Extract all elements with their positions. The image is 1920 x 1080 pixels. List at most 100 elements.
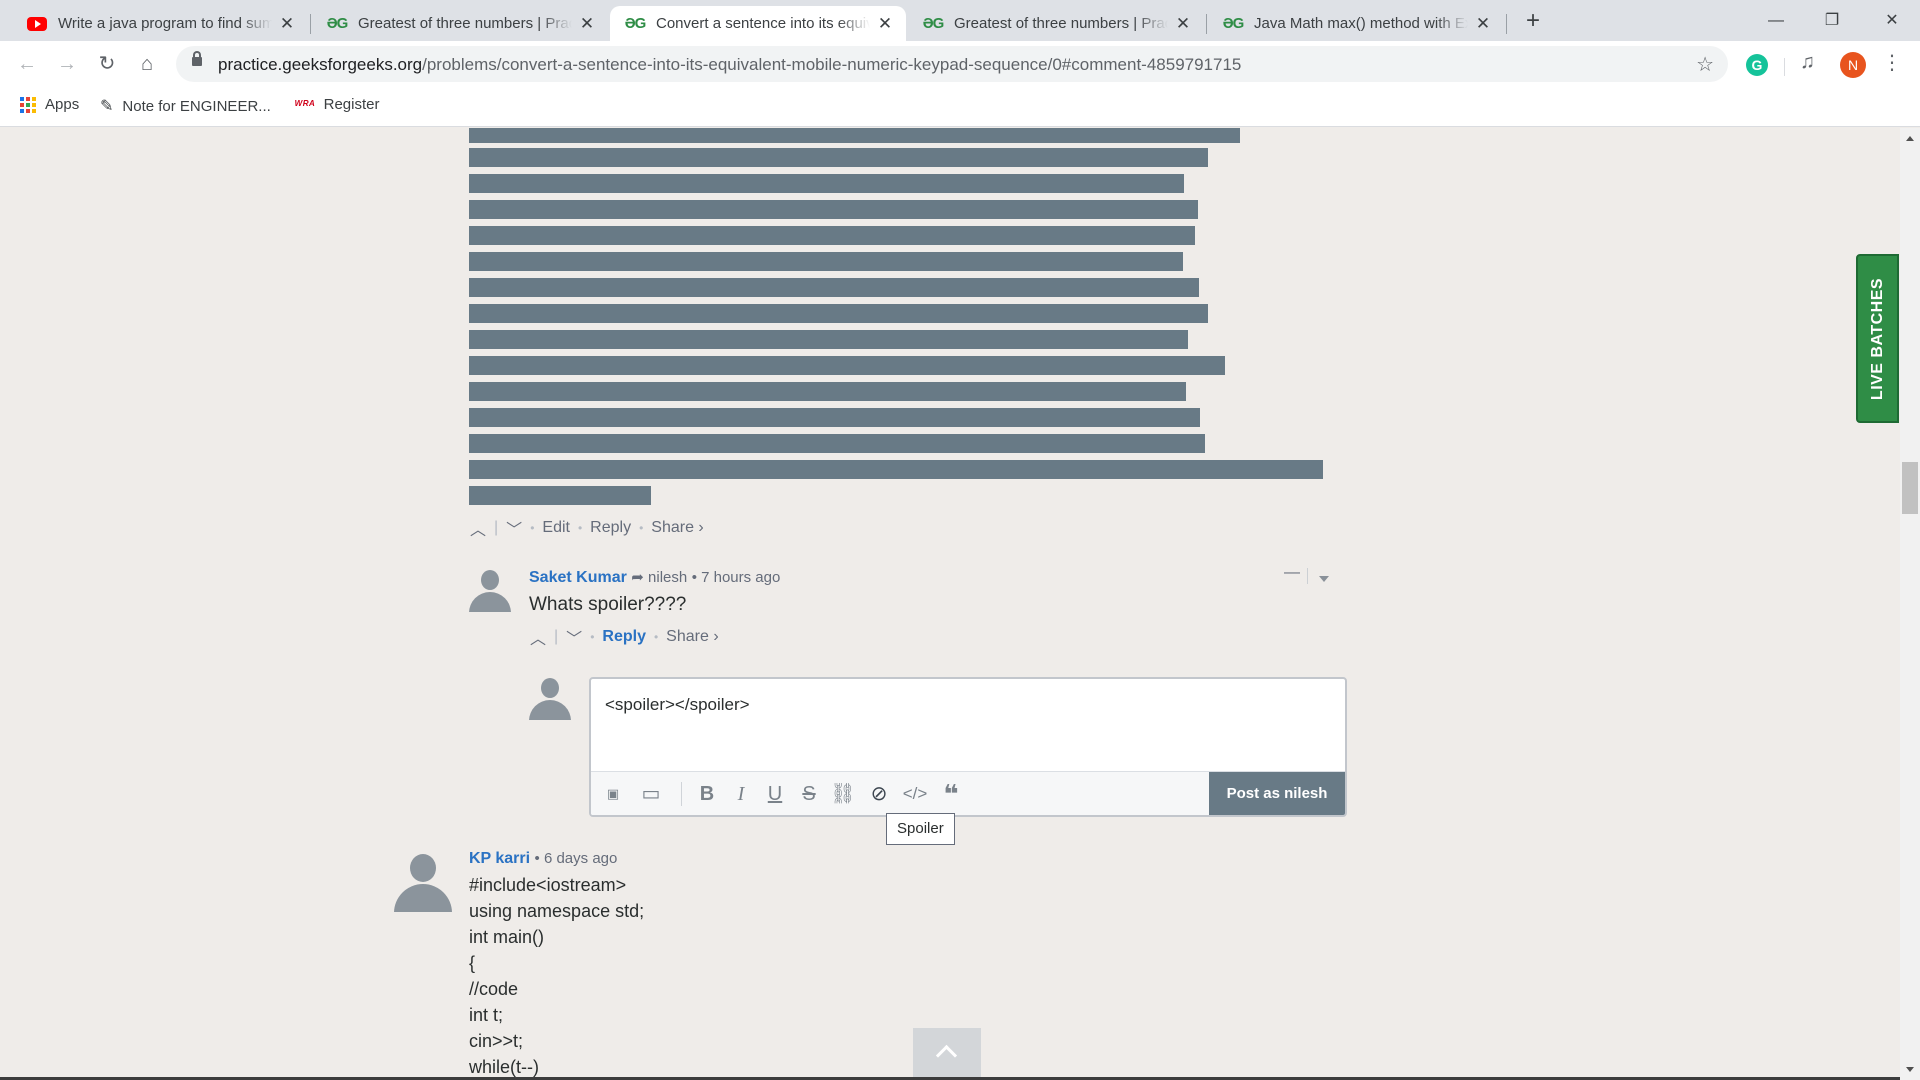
scroll-down-icon[interactable] — [1906, 1067, 1914, 1072]
avatar[interactable] — [467, 566, 513, 612]
live-batches-tab[interactable]: LIVE BATCHES — [1856, 254, 1899, 423]
comment-time[interactable]: 6 days ago — [544, 850, 617, 867]
comment-code-line: //code — [469, 979, 519, 999]
spoiler-line — [469, 278, 1199, 297]
close-icon[interactable]: ✕ — [1472, 14, 1494, 34]
tab-2[interactable]: ƏG Greatest of three numbers | Practice … — [312, 6, 608, 41]
reply-link[interactable]: Reply — [590, 519, 631, 537]
bookmark-star-icon[interactable]: ☆ — [1696, 52, 1714, 77]
image-icon[interactable]: ▭ — [637, 782, 665, 806]
scroll-to-top-button[interactable] — [913, 1028, 981, 1080]
tab-5[interactable]: ƏG Java Math max() method with Examples … — [1208, 6, 1504, 41]
bookmark-label: Note for ENGINEER... — [122, 97, 271, 115]
control-separator — [1307, 568, 1308, 584]
gif-icon[interactable]: ▣ — [599, 782, 627, 806]
reply-textarea[interactable]: <spoiler></spoiler> — [605, 695, 750, 715]
scroll-up-icon[interactable] — [1906, 136, 1914, 141]
spoiler-line — [469, 382, 1186, 401]
browser-toolbar: ← → ↻ ⌂ practice.geeksforgeeks.org/probl… — [0, 41, 1920, 87]
upvote-icon[interactable]: ︿ — [530, 625, 546, 649]
scrollbar-thumb[interactable] — [1902, 462, 1918, 514]
underline-icon[interactable]: U — [761, 782, 789, 806]
close-icon[interactable]: ✕ — [576, 14, 598, 34]
reply-toolbar: ▣ ▭ B I U S ⛓ ⊘ </> ❝ Post as nilesh — [591, 771, 1345, 815]
restore-button[interactable]: ❐ — [1804, 0, 1860, 41]
back-arrow-icon[interactable]: ← — [10, 47, 44, 81]
comment-code-line: int t; — [469, 1005, 504, 1025]
gfg-icon: ƏG — [922, 15, 945, 32]
share-link[interactable]: Share › — [651, 519, 703, 537]
browser-menu-icon[interactable]: ⋮ — [1882, 50, 1902, 75]
reply-to-user[interactable]: nilesh — [648, 569, 687, 586]
downvote-icon[interactable]: ﹀ — [506, 516, 522, 540]
spoiler-line — [469, 148, 1208, 167]
home-icon[interactable]: ⌂ — [130, 47, 164, 81]
reply-link[interactable]: Reply — [602, 628, 646, 646]
live-batches-label: LIVE BATCHES — [1868, 277, 1886, 400]
window-close-button[interactable]: ✕ — [1864, 0, 1920, 41]
author-name[interactable]: Saket Kumar — [529, 569, 627, 586]
comment-code-line: using namespace std; — [469, 901, 645, 921]
reply-arrow-icon: ➦ — [631, 569, 649, 586]
lock-icon — [192, 51, 202, 66]
post-button[interactable]: Post as nilesh — [1209, 772, 1345, 815]
close-icon[interactable]: ✕ — [276, 14, 298, 34]
quote-icon[interactable]: ❝ — [937, 781, 965, 807]
downvote-icon[interactable]: ﹀ — [566, 625, 582, 649]
bookmarks-bar: Apps ✎ Note for ENGINEER... ᵂᴿᴬ Register — [0, 87, 1920, 127]
tab-title: Greatest of three numbers | Practice — [358, 15, 572, 32]
code-icon[interactable]: </> — [901, 782, 929, 806]
new-tab-button[interactable]: + — [1518, 6, 1548, 36]
minimize-button[interactable]: — — [1748, 0, 1804, 41]
reload-icon[interactable]: ↻ — [90, 47, 124, 81]
spoiler-line — [469, 356, 1225, 375]
comment-actions: ︿ | ﹀ • Reply • Share › — [530, 625, 719, 649]
comment-code-line: cin>>t; — [469, 1031, 524, 1051]
avatar — [527, 674, 573, 720]
bookmark-register[interactable]: ᵂᴿᴬ Register — [294, 96, 379, 113]
tab-1[interactable]: Write a java program to find sum ✕ — [12, 6, 308, 41]
spoiler-line — [469, 200, 1198, 219]
bookmark-apps[interactable]: Apps — [20, 96, 79, 113]
note-icon: ✎ — [100, 98, 114, 115]
spoiler-line — [469, 252, 1183, 271]
bookmark-label: Register — [323, 96, 380, 113]
vertical-scrollbar[interactable] — [1900, 128, 1920, 1080]
spoiler-eye-icon[interactable]: ⊘ — [865, 782, 893, 806]
bookmark-note-for-engineer[interactable]: ✎ Note for ENGINEER... — [100, 96, 271, 116]
tab-strip: Write a java program to find sum ✕ ƏG Gr… — [0, 0, 1920, 41]
tab-title: Write a java program to find sum — [58, 15, 272, 32]
address-bar[interactable]: practice.geeksforgeeks.org/problems/conv… — [176, 46, 1728, 82]
grammarly-extension-icon[interactable]: G — [1746, 54, 1768, 76]
author-name[interactable]: KP karri — [469, 850, 530, 867]
chevron-down-icon[interactable] — [1319, 576, 1329, 582]
share-link[interactable]: Share › — [666, 628, 718, 646]
strikethrough-icon[interactable]: S — [795, 782, 823, 806]
tab-separator — [310, 14, 311, 34]
link-icon[interactable]: ⛓ — [829, 782, 857, 806]
spoiler-line — [469, 434, 1205, 453]
tab-4[interactable]: ƏG Greatest of three numbers | Practice … — [908, 6, 1204, 41]
tab-3-active[interactable]: ƏG Convert a sentence into its equivalen… — [610, 6, 906, 41]
tab-separator — [1506, 14, 1507, 34]
reply-editor[interactable]: <spoiler></spoiler> ▣ ▭ B I U S ⛓ ⊘ </> … — [589, 677, 1347, 817]
page-content — [0, 128, 1900, 1080]
forward-arrow-icon[interactable]: → — [50, 47, 84, 81]
comment-code-line: int main() — [469, 927, 545, 947]
close-icon[interactable]: ✕ — [1172, 14, 1194, 34]
avatar[interactable] — [392, 850, 454, 912]
toolbar-separator — [1784, 58, 1785, 76]
media-control-icon[interactable]: ♫ — [1800, 51, 1815, 74]
comment-actions: ︿ | ﹀ • Edit • Reply • Share › — [470, 516, 704, 540]
edit-link[interactable]: Edit — [542, 519, 570, 537]
spoiler-tooltip: Spoiler — [886, 813, 955, 845]
profile-avatar[interactable]: N — [1840, 52, 1866, 78]
collapse-icon[interactable]: — — [1284, 564, 1300, 582]
spoiler-line — [469, 486, 651, 505]
italic-icon[interactable]: I — [727, 782, 755, 806]
apps-grid-icon — [20, 96, 36, 113]
comment-time[interactable]: 7 hours ago — [701, 569, 780, 586]
bold-icon[interactable]: B — [693, 782, 721, 806]
close-icon[interactable]: ✕ — [874, 14, 896, 34]
upvote-icon[interactable]: ︿ — [470, 516, 486, 540]
